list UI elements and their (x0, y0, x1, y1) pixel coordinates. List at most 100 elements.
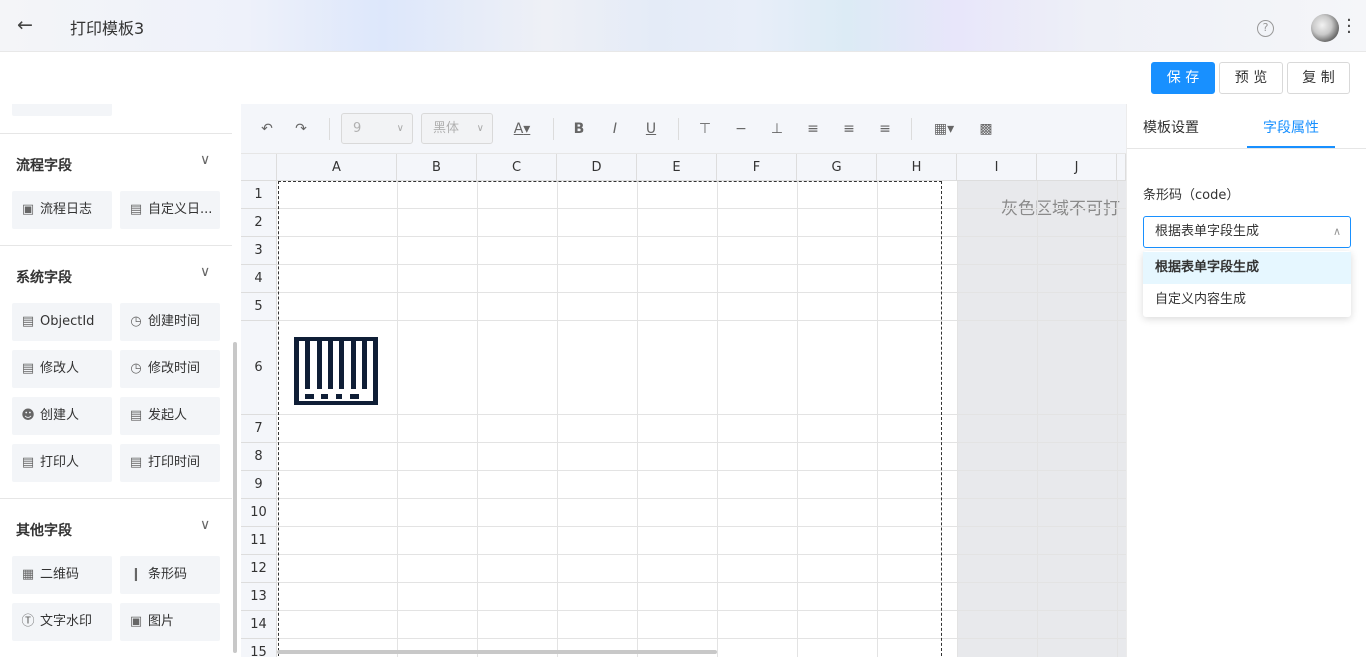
row-header[interactable]: 3 (241, 237, 277, 265)
help-icon[interactable]: ? (1257, 20, 1274, 37)
field-chip[interactable]: ☻ 创建人 (12, 397, 112, 435)
field-chip[interactable]: ▣ 流程日志 (12, 191, 112, 229)
field-chip[interactable]: ❙ 条形码 (120, 556, 220, 594)
tab-field-properties[interactable]: 字段属性 (1263, 104, 1319, 149)
copy-button[interactable]: 复 制 (1287, 62, 1350, 94)
field-chip[interactable]: Ⓣ 文字水印 (12, 603, 112, 641)
barcode-icon[interactable] (293, 337, 379, 405)
align-right-icon[interactable]: ≡ (874, 116, 896, 142)
chevron-down-icon[interactable]: ∨ (200, 517, 210, 533)
active-tab-indicator (1247, 146, 1335, 148)
more-vertical-icon[interactable]: · · · (1345, 12, 1353, 42)
row-header[interactable]: 7 (241, 415, 277, 443)
column-header[interactable]: C (477, 154, 557, 181)
field-chip[interactable]: ▤ 修改人 (12, 350, 112, 388)
qrcode-icon: ▦ (21, 567, 35, 582)
avatar[interactable] (1311, 14, 1339, 42)
row-header[interactable]: 11 (241, 527, 277, 555)
undo-icon[interactable]: ↶ (256, 116, 278, 142)
log-icon: ▣ (21, 202, 35, 217)
field-chip[interactable]: ▤ ObjectId (12, 303, 112, 341)
divider (553, 118, 554, 140)
column-header[interactable]: F (717, 154, 797, 181)
doc-icon: ▤ (21, 314, 35, 329)
divider (329, 118, 330, 140)
action-bar: 保 存 预 览 复 制 (0, 52, 1366, 104)
row-header[interactable]: 10 (241, 499, 277, 527)
bold-icon[interactable]: B (568, 116, 590, 142)
divider (0, 498, 232, 499)
align-center-icon[interactable]: ≡ (838, 116, 860, 142)
doc-icon: ▤ (21, 455, 35, 470)
barcode-icon: ❙ (130, 567, 142, 582)
field-chip[interactable]: ◷ 创建时间 (120, 303, 220, 341)
sheet-grid[interactable]: 灰色区域不可打 A B C D E F G H I J 1 2 3 4 5 6 … (241, 154, 1126, 657)
back-arrow-icon[interactable]: ← (14, 15, 36, 37)
row-header[interactable]: 12 (241, 555, 277, 583)
field-chip[interactable]: ▤ 自定义日... (120, 191, 220, 229)
section-title-system: 系统字段 (16, 270, 72, 286)
dropdown-option[interactable]: 根据表单字段生成 (1143, 252, 1351, 284)
font-color-icon[interactable]: A▾ (507, 116, 537, 142)
field-chip[interactable]: ▤ 打印时间 (120, 444, 220, 482)
field-chip[interactable]: ▤ 发起人 (120, 397, 220, 435)
barcode-source-select[interactable]: 根据表单字段生成 ∧ (1143, 216, 1351, 248)
row-header[interactable]: 14 (241, 611, 277, 639)
preview-button[interactable]: 预 览 (1219, 62, 1283, 94)
grid-line (1037, 181, 1038, 657)
row-header[interactable]: 15 (241, 639, 277, 657)
printable-area (278, 181, 942, 657)
format-toolbar: ↶ ↷ 9 ∨ 黑体 ∨ A▾ B I U ⊤ − ⊥ ≡ ≡ ≡ ▦▾ ▩ (241, 104, 1126, 154)
dropdown-option[interactable]: 自定义内容生成 (1143, 284, 1351, 316)
row-header[interactable]: 1 (241, 181, 277, 209)
row-header[interactable]: 6 (241, 321, 277, 415)
row-header[interactable]: 5 (241, 293, 277, 321)
chevron-down-icon: ∨ (476, 123, 484, 134)
chevron-up-icon: ∧ (1332, 225, 1341, 238)
save-button[interactable]: 保 存 (1151, 62, 1215, 94)
row-header[interactable]: 2 (241, 209, 277, 237)
redo-icon[interactable]: ↷ (290, 116, 312, 142)
column-header[interactable]: B (397, 154, 477, 181)
italic-icon[interactable]: I (604, 116, 626, 142)
column-header[interactable]: G (797, 154, 877, 181)
tab-template-settings[interactable]: 模板设置 (1143, 104, 1199, 149)
field-chip-partial[interactable] (12, 104, 112, 116)
column-header[interactable]: E (637, 154, 717, 181)
column-header[interactable]: H (877, 154, 957, 181)
border-icon[interactable]: ▦▾ (929, 116, 959, 142)
divider (678, 118, 679, 140)
merge-cells-icon[interactable]: ▩ (975, 116, 997, 142)
corner-header (241, 154, 277, 181)
underline-icon[interactable]: U (640, 116, 662, 142)
row-header[interactable]: 9 (241, 471, 277, 499)
font-size-select[interactable]: 9 ∨ (341, 113, 413, 144)
chevron-down-icon[interactable]: ∨ (200, 264, 210, 280)
column-header[interactable]: A (277, 154, 397, 181)
align-middle-icon[interactable]: − (730, 116, 752, 142)
horizontal-scrollbar[interactable] (277, 650, 717, 654)
sidebar-scrollbar-thumb[interactable] (233, 342, 237, 653)
clock-icon: ◷ (130, 361, 142, 376)
field-chip[interactable]: ▤ 打印人 (12, 444, 112, 482)
doc-icon: ▤ (129, 455, 143, 470)
row-header[interactable]: 8 (241, 443, 277, 471)
row-header[interactable]: 13 (241, 583, 277, 611)
field-label: 条形码（code） (1143, 188, 1240, 203)
non-printable-area (957, 181, 1126, 657)
column-header[interactable]: I (957, 154, 1037, 181)
align-left-icon[interactable]: ≡ (802, 116, 824, 142)
column-header[interactable]: J (1037, 154, 1117, 181)
align-bottom-icon[interactable]: ⊥ (766, 116, 788, 142)
field-chip[interactable]: ◷ 修改时间 (120, 350, 220, 388)
chevron-down-icon[interactable]: ∨ (200, 152, 210, 168)
row-header[interactable]: 4 (241, 265, 277, 293)
grid-line (957, 181, 958, 657)
align-top-icon[interactable]: ⊤ (694, 116, 716, 142)
field-chip[interactable]: ▦ 二维码 (12, 556, 112, 594)
field-chip[interactable]: ▣ 图片 (120, 603, 220, 641)
page-title: 打印模板3 (70, 19, 145, 38)
font-family-select[interactable]: 黑体 ∨ (421, 113, 493, 144)
column-header[interactable]: D (557, 154, 637, 181)
column-header[interactable] (1117, 154, 1126, 181)
